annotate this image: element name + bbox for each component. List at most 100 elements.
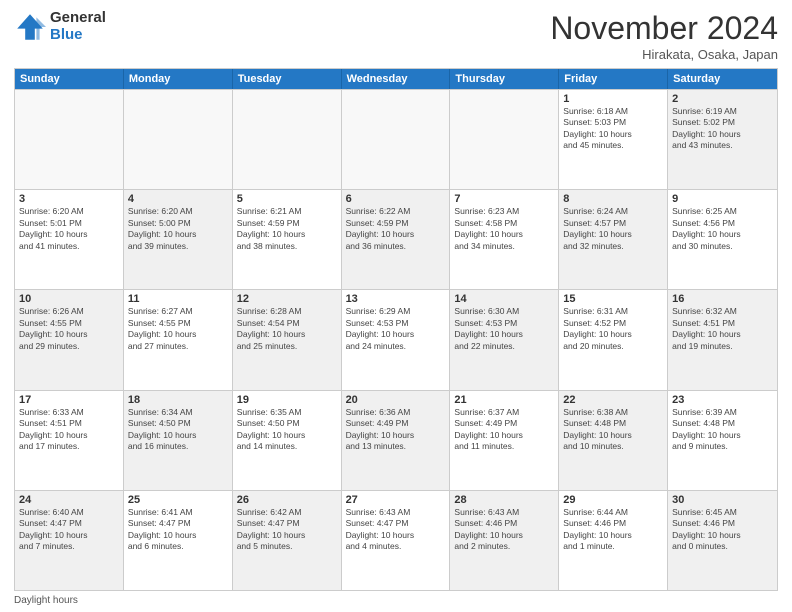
day-info: Sunrise: 6:35 AM Sunset: 4:50 PM Dayligh… bbox=[237, 407, 337, 453]
calendar-cell: 4Sunrise: 6:20 AM Sunset: 5:00 PM Daylig… bbox=[124, 190, 233, 289]
day-number: 6 bbox=[346, 193, 446, 205]
day-number: 26 bbox=[237, 494, 337, 506]
calendar-cell: 1Sunrise: 6:18 AM Sunset: 5:03 PM Daylig… bbox=[559, 90, 668, 189]
calendar-cell: 9Sunrise: 6:25 AM Sunset: 4:56 PM Daylig… bbox=[668, 190, 777, 289]
header: General Blue November 2024 Hirakata, Osa… bbox=[14, 10, 778, 62]
calendar-cell: 7Sunrise: 6:23 AM Sunset: 4:58 PM Daylig… bbox=[450, 190, 559, 289]
calendar-cell bbox=[124, 90, 233, 189]
calendar-cell bbox=[450, 90, 559, 189]
logo-text: General Blue bbox=[50, 10, 106, 43]
day-number: 1 bbox=[563, 93, 663, 105]
page: General Blue November 2024 Hirakata, Osa… bbox=[0, 0, 792, 612]
day-info: Sunrise: 6:21 AM Sunset: 4:59 PM Dayligh… bbox=[237, 206, 337, 252]
header-day-wednesday: Wednesday bbox=[342, 69, 451, 89]
calendar-cell: 16Sunrise: 6:32 AM Sunset: 4:51 PM Dayli… bbox=[668, 290, 777, 389]
day-info: Sunrise: 6:33 AM Sunset: 4:51 PM Dayligh… bbox=[19, 407, 119, 453]
day-number: 12 bbox=[237, 293, 337, 305]
day-number: 9 bbox=[672, 193, 773, 205]
day-info: Sunrise: 6:41 AM Sunset: 4:47 PM Dayligh… bbox=[128, 507, 228, 553]
day-number: 11 bbox=[128, 293, 228, 305]
calendar-cell: 12Sunrise: 6:28 AM Sunset: 4:54 PM Dayli… bbox=[233, 290, 342, 389]
calendar-cell: 29Sunrise: 6:44 AM Sunset: 4:46 PM Dayli… bbox=[559, 491, 668, 590]
calendar-cell: 2Sunrise: 6:19 AM Sunset: 5:02 PM Daylig… bbox=[668, 90, 777, 189]
day-number: 20 bbox=[346, 394, 446, 406]
header-day-saturday: Saturday bbox=[668, 69, 777, 89]
header-day-thursday: Thursday bbox=[450, 69, 559, 89]
day-number: 21 bbox=[454, 394, 554, 406]
calendar-cell: 10Sunrise: 6:26 AM Sunset: 4:55 PM Dayli… bbox=[15, 290, 124, 389]
calendar-week-5: 24Sunrise: 6:40 AM Sunset: 4:47 PM Dayli… bbox=[15, 490, 777, 590]
calendar-body: 1Sunrise: 6:18 AM Sunset: 5:03 PM Daylig… bbox=[15, 89, 777, 590]
day-info: Sunrise: 6:37 AM Sunset: 4:49 PM Dayligh… bbox=[454, 407, 554, 453]
header-day-monday: Monday bbox=[124, 69, 233, 89]
daylight-label: Daylight hours bbox=[14, 595, 78, 606]
day-number: 25 bbox=[128, 494, 228, 506]
calendar-cell bbox=[233, 90, 342, 189]
day-info: Sunrise: 6:18 AM Sunset: 5:03 PM Dayligh… bbox=[563, 106, 663, 152]
calendar-cell: 8Sunrise: 6:24 AM Sunset: 4:57 PM Daylig… bbox=[559, 190, 668, 289]
day-info: Sunrise: 6:39 AM Sunset: 4:48 PM Dayligh… bbox=[672, 407, 773, 453]
location: Hirakata, Osaka, Japan bbox=[550, 47, 778, 62]
header-day-friday: Friday bbox=[559, 69, 668, 89]
day-number: 16 bbox=[672, 293, 773, 305]
day-info: Sunrise: 6:26 AM Sunset: 4:55 PM Dayligh… bbox=[19, 306, 119, 352]
calendar-cell: 18Sunrise: 6:34 AM Sunset: 4:50 PM Dayli… bbox=[124, 391, 233, 490]
day-info: Sunrise: 6:31 AM Sunset: 4:52 PM Dayligh… bbox=[563, 306, 663, 352]
day-number: 29 bbox=[563, 494, 663, 506]
day-info: Sunrise: 6:43 AM Sunset: 4:47 PM Dayligh… bbox=[346, 507, 446, 553]
calendar-cell bbox=[342, 90, 451, 189]
day-number: 17 bbox=[19, 394, 119, 406]
day-info: Sunrise: 6:45 AM Sunset: 4:46 PM Dayligh… bbox=[672, 507, 773, 553]
day-info: Sunrise: 6:24 AM Sunset: 4:57 PM Dayligh… bbox=[563, 206, 663, 252]
day-number: 27 bbox=[346, 494, 446, 506]
day-info: Sunrise: 6:34 AM Sunset: 4:50 PM Dayligh… bbox=[128, 407, 228, 453]
day-info: Sunrise: 6:22 AM Sunset: 4:59 PM Dayligh… bbox=[346, 206, 446, 252]
calendar-cell: 21Sunrise: 6:37 AM Sunset: 4:49 PM Dayli… bbox=[450, 391, 559, 490]
day-number: 23 bbox=[672, 394, 773, 406]
day-number: 13 bbox=[346, 293, 446, 305]
logo-blue-text: Blue bbox=[50, 27, 106, 44]
calendar-cell: 22Sunrise: 6:38 AM Sunset: 4:48 PM Dayli… bbox=[559, 391, 668, 490]
calendar-cell: 17Sunrise: 6:33 AM Sunset: 4:51 PM Dayli… bbox=[15, 391, 124, 490]
logo-general-text: General bbox=[50, 10, 106, 27]
day-number: 14 bbox=[454, 293, 554, 305]
calendar-cell: 24Sunrise: 6:40 AM Sunset: 4:47 PM Dayli… bbox=[15, 491, 124, 590]
day-number: 30 bbox=[672, 494, 773, 506]
calendar-cell: 11Sunrise: 6:27 AM Sunset: 4:55 PM Dayli… bbox=[124, 290, 233, 389]
day-info: Sunrise: 6:36 AM Sunset: 4:49 PM Dayligh… bbox=[346, 407, 446, 453]
calendar-cell: 14Sunrise: 6:30 AM Sunset: 4:53 PM Dayli… bbox=[450, 290, 559, 389]
day-number: 3 bbox=[19, 193, 119, 205]
header-day-sunday: Sunday bbox=[15, 69, 124, 89]
day-number: 7 bbox=[454, 193, 554, 205]
day-number: 15 bbox=[563, 293, 663, 305]
day-info: Sunrise: 6:30 AM Sunset: 4:53 PM Dayligh… bbox=[454, 306, 554, 352]
day-number: 8 bbox=[563, 193, 663, 205]
calendar-cell bbox=[15, 90, 124, 189]
day-number: 10 bbox=[19, 293, 119, 305]
calendar-week-4: 17Sunrise: 6:33 AM Sunset: 4:51 PM Dayli… bbox=[15, 390, 777, 490]
calendar-week-1: 1Sunrise: 6:18 AM Sunset: 5:03 PM Daylig… bbox=[15, 89, 777, 189]
day-number: 4 bbox=[128, 193, 228, 205]
day-info: Sunrise: 6:28 AM Sunset: 4:54 PM Dayligh… bbox=[237, 306, 337, 352]
calendar-cell: 23Sunrise: 6:39 AM Sunset: 4:48 PM Dayli… bbox=[668, 391, 777, 490]
logo-icon bbox=[14, 11, 46, 43]
day-info: Sunrise: 6:20 AM Sunset: 5:01 PM Dayligh… bbox=[19, 206, 119, 252]
calendar-header: SundayMondayTuesdayWednesdayThursdayFrid… bbox=[15, 69, 777, 89]
day-info: Sunrise: 6:40 AM Sunset: 4:47 PM Dayligh… bbox=[19, 507, 119, 553]
day-number: 18 bbox=[128, 394, 228, 406]
calendar-cell: 30Sunrise: 6:45 AM Sunset: 4:46 PM Dayli… bbox=[668, 491, 777, 590]
day-info: Sunrise: 6:29 AM Sunset: 4:53 PM Dayligh… bbox=[346, 306, 446, 352]
day-info: Sunrise: 6:42 AM Sunset: 4:47 PM Dayligh… bbox=[237, 507, 337, 553]
day-info: Sunrise: 6:20 AM Sunset: 5:00 PM Dayligh… bbox=[128, 206, 228, 252]
calendar-cell: 13Sunrise: 6:29 AM Sunset: 4:53 PM Dayli… bbox=[342, 290, 451, 389]
calendar-week-2: 3Sunrise: 6:20 AM Sunset: 5:01 PM Daylig… bbox=[15, 189, 777, 289]
day-info: Sunrise: 6:19 AM Sunset: 5:02 PM Dayligh… bbox=[672, 106, 773, 152]
calendar-cell: 19Sunrise: 6:35 AM Sunset: 4:50 PM Dayli… bbox=[233, 391, 342, 490]
calendar-cell: 27Sunrise: 6:43 AM Sunset: 4:47 PM Dayli… bbox=[342, 491, 451, 590]
day-info: Sunrise: 6:38 AM Sunset: 4:48 PM Dayligh… bbox=[563, 407, 663, 453]
day-info: Sunrise: 6:44 AM Sunset: 4:46 PM Dayligh… bbox=[563, 507, 663, 553]
calendar-cell: 26Sunrise: 6:42 AM Sunset: 4:47 PM Dayli… bbox=[233, 491, 342, 590]
calendar-cell: 3Sunrise: 6:20 AM Sunset: 5:01 PM Daylig… bbox=[15, 190, 124, 289]
calendar-cell: 28Sunrise: 6:43 AM Sunset: 4:46 PM Dayli… bbox=[450, 491, 559, 590]
calendar-cell: 15Sunrise: 6:31 AM Sunset: 4:52 PM Dayli… bbox=[559, 290, 668, 389]
